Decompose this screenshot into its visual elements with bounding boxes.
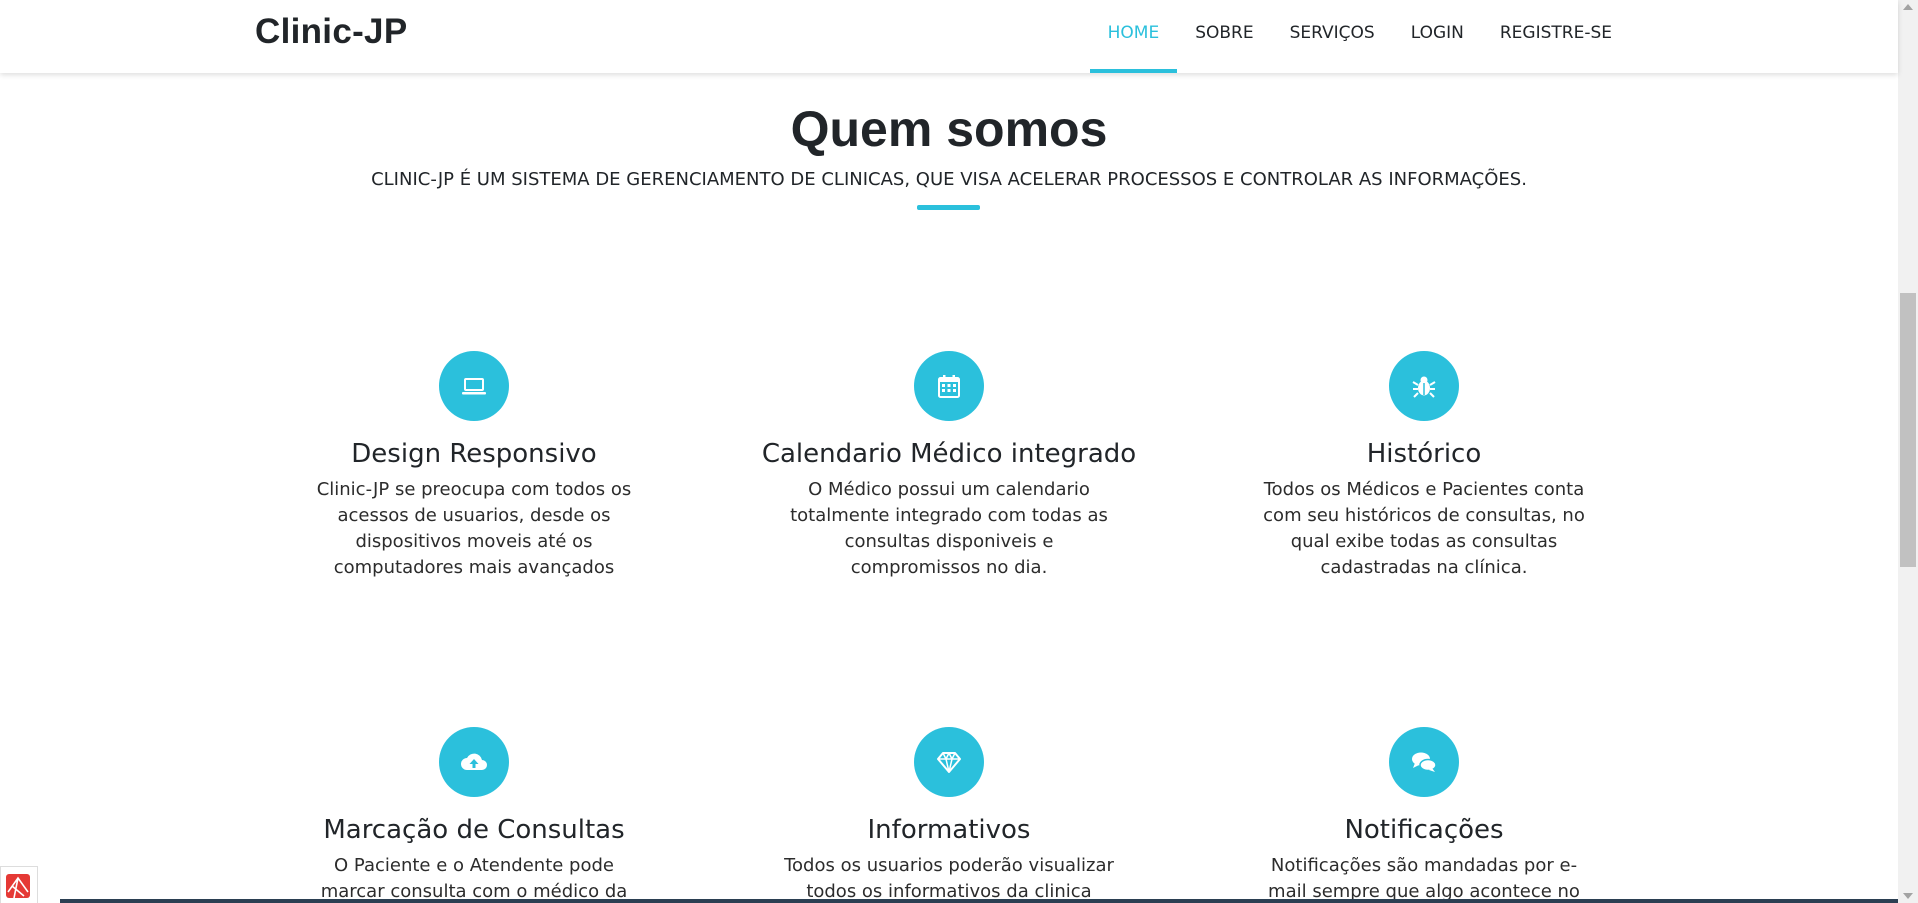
feature-card: Informativos Todos os usuarios poderão v… (749, 727, 1149, 903)
feature-text: Clinic-JP se preocupa com todos os acess… (316, 479, 632, 578)
scroll-down-arrow-icon[interactable] (1903, 893, 1913, 899)
bottom-edge-bar (60, 899, 1898, 903)
feature-card: Notificações Notificações são mandadas p… (1224, 727, 1624, 903)
feature-title: Calendario Médico integrado (761, 439, 1137, 469)
feature-title: Informativos (867, 815, 1031, 845)
main-nav: HOME SOBRE SERVIÇOS LOGIN REGISTRE-SE (1089, 0, 1630, 73)
feature-card: Calendario Médico integrado O Médico pos… (749, 351, 1149, 581)
feature-card: Marcação de Consultas O Paciente e o Ate… (274, 727, 674, 903)
feature-text: O Paciente e o Atendente pode marcar con… (320, 855, 628, 902)
nav-link-sobre[interactable]: SOBRE (1177, 0, 1271, 73)
scroll-up-arrow-icon[interactable] (1903, 4, 1913, 10)
bug-icon (1389, 351, 1459, 421)
widget-icon (6, 874, 30, 899)
feature-card: Design Responsivo Clinic-JP se preocupa … (274, 351, 674, 581)
nav-link-servicos[interactable]: SERVIÇOS (1272, 0, 1393, 73)
feature-title: Marcação de Consultas (323, 815, 625, 845)
section-subtitle: CLINIC-JP É UM SISTEMA DE GERENCIAMENTO … (371, 169, 1527, 190)
feature-card: Histórico Todos os Médicos e Pacientes c… (1224, 351, 1624, 581)
feature-text: Todos os Médicos e Pacientes conta com s… (1263, 479, 1585, 578)
comments-icon (1389, 727, 1459, 797)
nav-link-home[interactable]: HOME (1089, 0, 1178, 73)
section-title: Quem somos (790, 101, 1108, 157)
feature-title: Design Responsivo (351, 439, 597, 469)
feature-text: Todos os usuarios poderão visualizar tod… (784, 855, 1114, 902)
scroll-thumb[interactable] (1900, 293, 1916, 567)
navbar: Clinic-JP HOME SOBRE SERVIÇOS LOGIN REGI… (0, 0, 1898, 73)
floating-widget-button[interactable] (0, 866, 38, 903)
feature-title: Histórico (1366, 439, 1482, 469)
cloud-upload-icon (439, 727, 509, 797)
brand-logo[interactable]: Clinic-JP (255, 12, 407, 52)
laptop-icon (439, 351, 509, 421)
feature-text: O Médico possui um calendario totalmente… (790, 479, 1108, 578)
nav-link-login[interactable]: LOGIN (1393, 0, 1482, 73)
section-divider (917, 205, 980, 210)
diamond-icon (914, 727, 984, 797)
feature-title: Notificações (1344, 815, 1504, 845)
scrollbar[interactable] (1898, 0, 1918, 903)
feature-text: Notificações são mandadas por e-mail sem… (1268, 855, 1580, 902)
calendar-icon (914, 351, 984, 421)
nav-link-registre-se[interactable]: REGISTRE-SE (1482, 0, 1630, 73)
